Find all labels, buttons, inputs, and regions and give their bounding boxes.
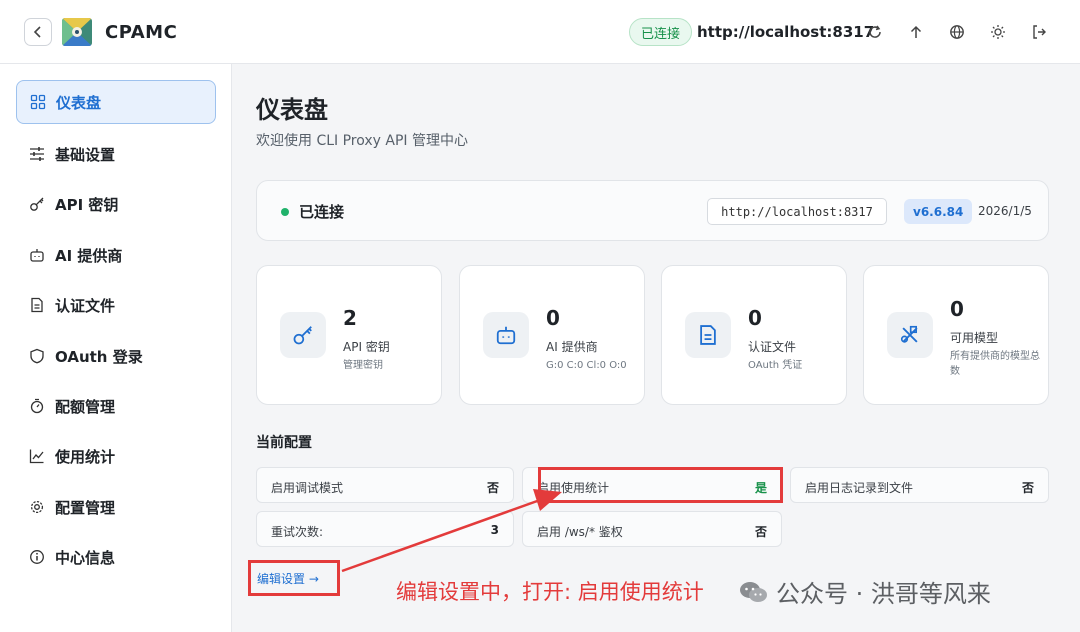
watermark-text: 公众号 · 洪哥等风来 <box>776 580 991 608</box>
wechat-icon <box>740 581 767 602</box>
annotation-text: 编辑设置中，打开: 启用使用统计 <box>396 580 704 604</box>
watermark: 公众号 · 洪哥等风来 <box>738 574 991 609</box>
annotation-arrow <box>341 489 562 573</box>
